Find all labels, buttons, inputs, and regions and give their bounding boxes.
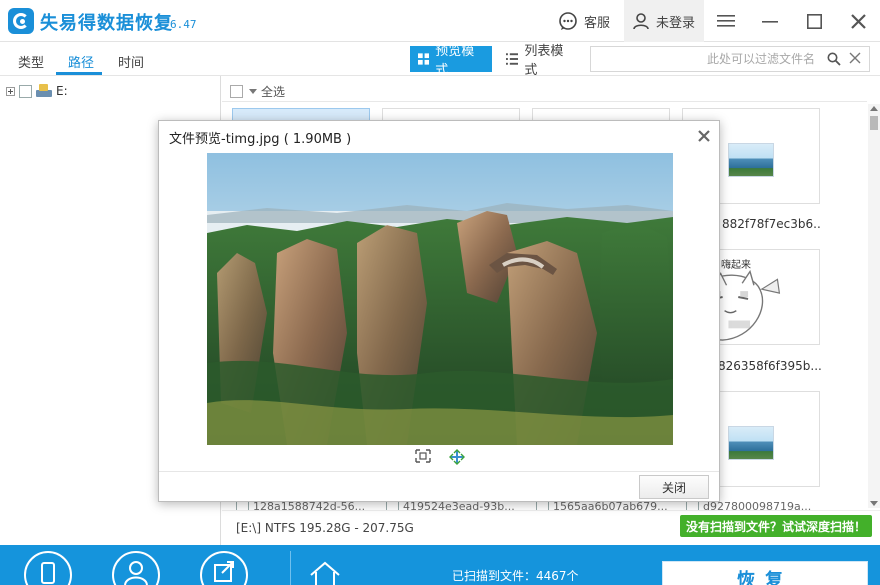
dropdown-caret-icon[interactable]: [249, 88, 257, 94]
tab-time[interactable]: 时间: [118, 52, 144, 71]
chat-bubble-icon: [559, 12, 577, 30]
maximize-icon: [806, 13, 822, 29]
tab-type[interactable]: 类型: [18, 52, 44, 71]
minimize-icon: [762, 21, 778, 23]
phone-icon: [41, 562, 55, 584]
grid-icon: [418, 53, 430, 65]
maximize-button[interactable]: [794, 0, 834, 42]
account-button[interactable]: [112, 551, 160, 585]
person-icon: [124, 561, 148, 585]
scroll-up-icon[interactable]: [870, 106, 878, 111]
expand-icon[interactable]: [6, 86, 15, 96]
user-icon: [633, 13, 649, 30]
list-mode-label: 列表模式: [524, 44, 564, 78]
select-all-control[interactable]: 全选: [230, 82, 285, 100]
login-button[interactable]: 未登录: [624, 0, 704, 42]
minimize-button[interactable]: [750, 0, 790, 42]
recover-button[interactable]: 恢复: [662, 561, 868, 585]
menu-icon: [717, 15, 735, 27]
actual-size-icon[interactable]: [449, 449, 465, 465]
preview-image: [207, 153, 673, 445]
close-window-button[interactable]: [838, 0, 878, 42]
preview-mode-button[interactable]: 预览模式: [410, 44, 492, 78]
filter-input[interactable]: [595, 49, 815, 69]
filter-box: [590, 46, 870, 72]
bottom-bar: 已扫描到文件：4467个 恢复: [0, 545, 880, 585]
preview-mode-label: 预览模式: [435, 44, 475, 78]
dialog-close-button[interactable]: 关闭: [639, 475, 709, 499]
file-name-label: 826358f6f395b...: [718, 359, 822, 373]
vertical-scrollbar[interactable]: [868, 104, 880, 508]
customer-service-label: 客服: [584, 15, 611, 31]
dialog-title: 文件预览-timg.jpg ( 1.90MB ): [169, 132, 352, 147]
login-label: 未登录: [656, 15, 696, 31]
dialog-divider: [159, 471, 719, 472]
close-icon: [850, 13, 866, 29]
list-icon: [506, 53, 519, 65]
scanned-count: 已扫描到文件：4467个: [452, 569, 579, 583]
customer-service-button[interactable]: 客服: [552, 0, 622, 42]
preview-tools: [415, 449, 465, 465]
app-version: 6.47: [170, 18, 197, 31]
scroll-down-icon[interactable]: [870, 501, 878, 506]
clear-icon[interactable]: [849, 52, 861, 64]
menu-button[interactable]: [706, 0, 746, 42]
image-file-icon: [728, 426, 774, 460]
title-bar: 失易得数据恢复 6.47 客服 未登录: [0, 0, 880, 42]
select-all-checkbox[interactable]: [230, 84, 243, 98]
phone-recovery-button[interactable]: [24, 551, 72, 585]
toolbar: 类型 路径 时间 预览模式 列表模式: [0, 42, 880, 78]
list-mode-button[interactable]: 列表模式: [498, 44, 582, 78]
export-icon: [214, 561, 234, 582]
home-icon[interactable]: [308, 561, 342, 585]
select-all-label: 全选: [261, 84, 286, 99]
close-icon[interactable]: [697, 129, 711, 143]
export-button[interactable]: [200, 551, 248, 585]
tab-path[interactable]: 路径: [68, 52, 94, 71]
active-tab-indicator: [56, 72, 102, 75]
bottom-divider: [290, 551, 291, 585]
status-line: [E:\] NTFS 195.28G - 207.75G 没有扫描到文件？试试深…: [222, 510, 880, 544]
tree-node-drive[interactable]: E:: [6, 82, 68, 100]
file-name-label: 882f78f7ec3b6...: [722, 217, 822, 231]
tree-node-label: E:: [56, 84, 68, 98]
app-title: 失易得数据恢复: [40, 13, 173, 34]
search-icon[interactable]: [827, 52, 841, 66]
tree-node-checkbox[interactable]: [19, 84, 32, 98]
file-preview-dialog: 文件预览-timg.jpg ( 1.90MB ) 关闭: [158, 120, 720, 502]
image-file-icon: [728, 143, 774, 177]
header-divider: [222, 101, 867, 102]
deep-scan-link[interactable]: 没有扫描到文件？试试深度扫描！: [680, 515, 873, 537]
fit-to-window-icon[interactable]: [415, 449, 431, 463]
app-logo-icon: [8, 8, 34, 34]
drive-icon: [36, 84, 52, 98]
scroll-thumb[interactable]: [870, 116, 878, 130]
disk-info: [E:\] NTFS 195.28G - 207.75G: [236, 521, 414, 535]
